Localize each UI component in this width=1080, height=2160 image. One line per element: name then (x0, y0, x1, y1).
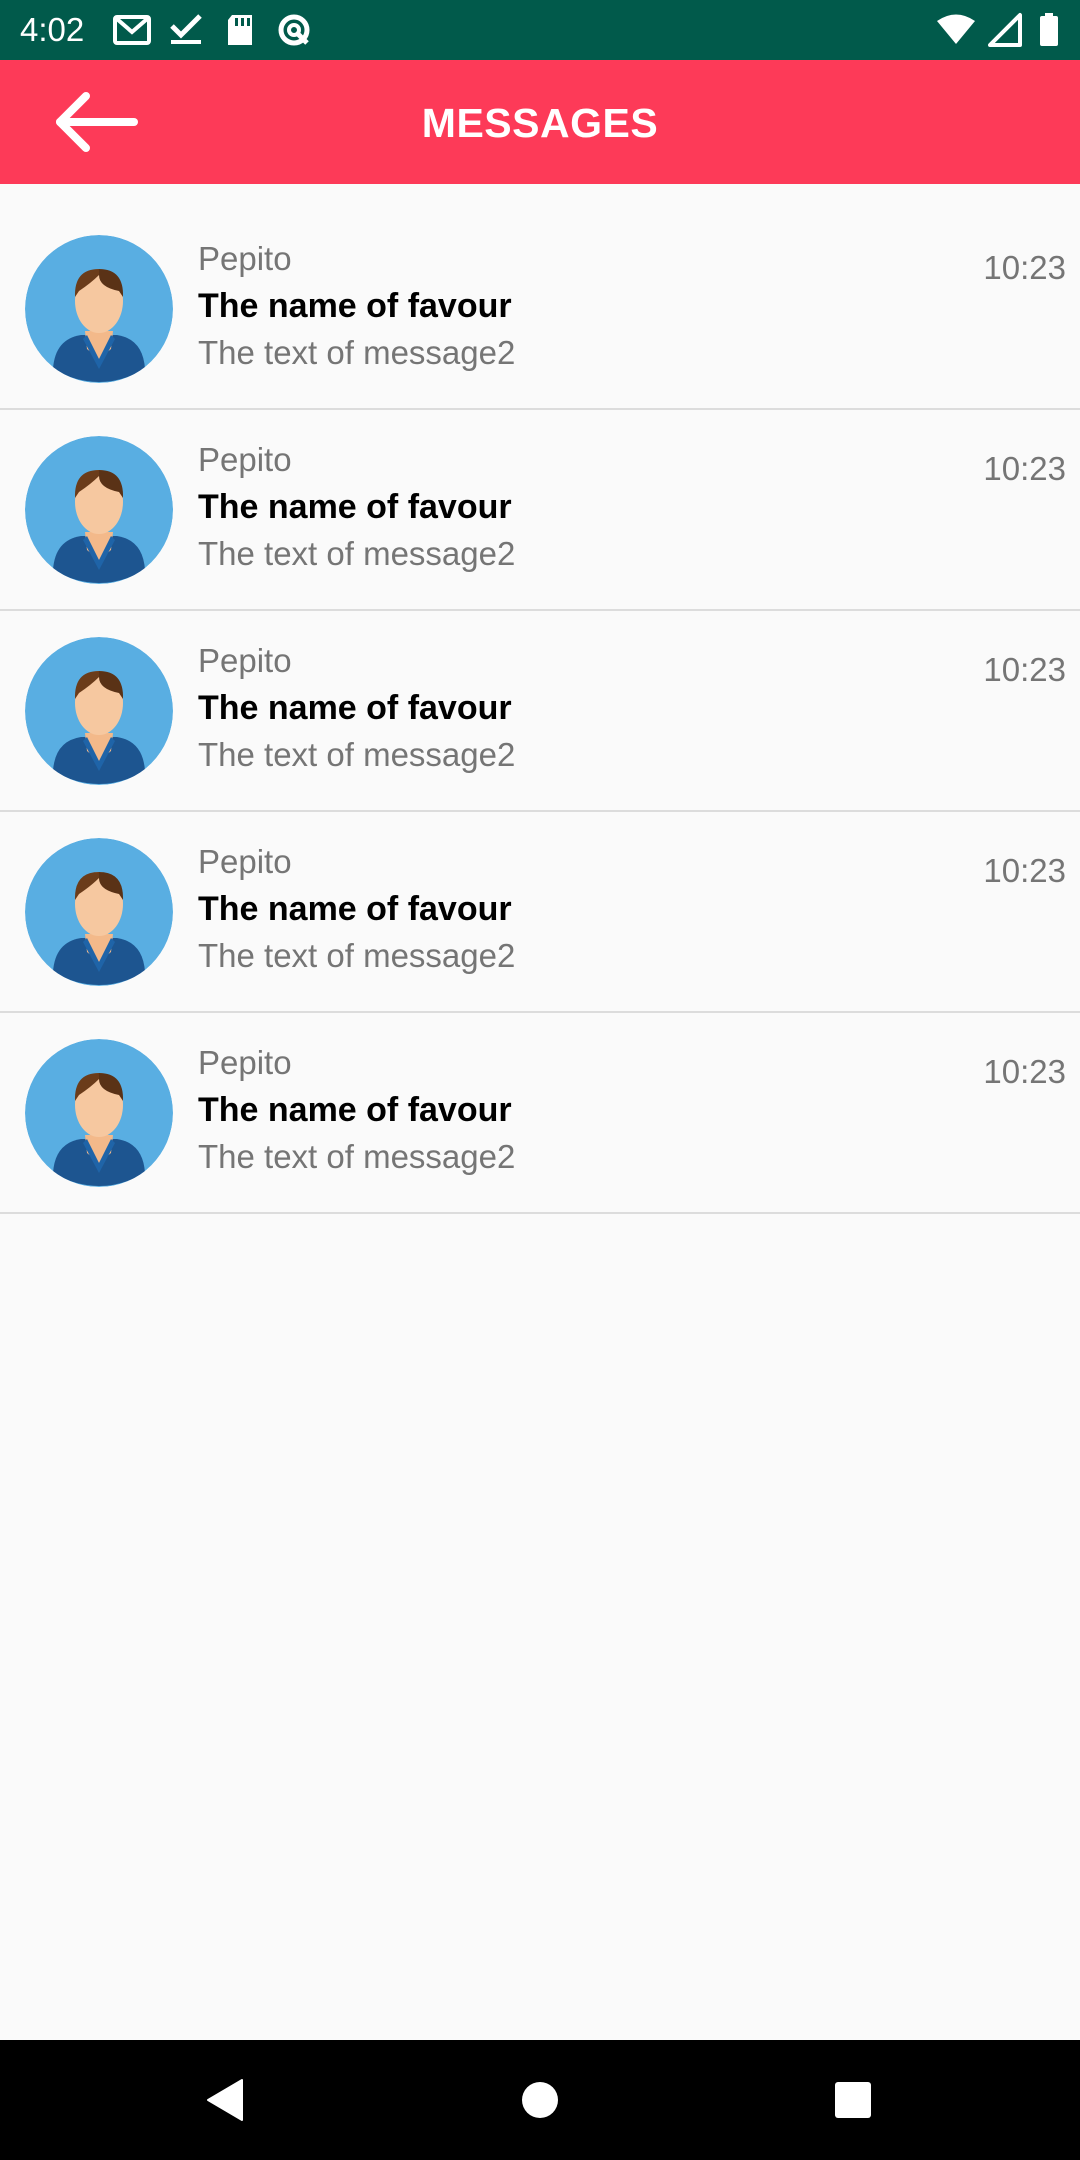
nav-back-button[interactable] (196, 2070, 256, 2130)
avatar-icon (25, 637, 173, 785)
page-title: MESSAGES (421, 100, 659, 146)
message-time: 10:23 (983, 450, 1066, 487)
nav-home-button[interactable] (510, 2070, 570, 2130)
navigation-bar (0, 2040, 1080, 2160)
message-subject: The name of favour (198, 488, 512, 526)
sd-card-icon (220, 12, 260, 48)
cell-signal-icon (986, 12, 1026, 48)
nav-back-icon (207, 2079, 243, 2121)
data-saver-icon (274, 12, 314, 48)
avatar-icon (25, 436, 173, 584)
message-sender: Pepito (198, 240, 292, 277)
message-subject: The name of favour (198, 689, 512, 727)
message-sender: Pepito (198, 441, 292, 478)
message-preview: The text of message2 (198, 736, 516, 773)
message-sender: Pepito (198, 843, 292, 880)
nav-home-icon (522, 2082, 558, 2118)
avatar-icon (25, 1039, 173, 1187)
nav-recents-icon (835, 2082, 871, 2118)
system-icons (936, 12, 1062, 48)
status-time: 4:02 (20, 11, 85, 48)
message-item[interactable]: Pepito The name of favour The text of me… (0, 184, 1080, 410)
message-list: Pepito The name of favour The text of me… (0, 184, 1080, 1214)
message-item[interactable]: Pepito The name of favour The text of me… (0, 410, 1080, 611)
avatar-icon (25, 235, 173, 383)
notification-icons (112, 12, 314, 48)
message-subject: The name of favour (198, 1091, 512, 1129)
message-time: 10:23 (983, 852, 1066, 889)
battery-icon (1036, 12, 1062, 48)
message-time: 10:23 (983, 651, 1066, 688)
message-item[interactable]: Pepito The name of favour The text of me… (0, 1013, 1080, 1214)
nav-recents-button[interactable] (823, 2070, 883, 2130)
message-item[interactable]: Pepito The name of favour The text of me… (0, 611, 1080, 812)
app-bar: MESSAGES (0, 60, 1080, 184)
message-item[interactable]: Pepito The name of favour The text of me… (0, 812, 1080, 1013)
messages-screen: 4:02 MESSAGES Pepito The name of favour … (0, 0, 1080, 2160)
message-preview: The text of message2 (198, 937, 516, 974)
message-time: 10:23 (983, 249, 1066, 286)
wifi-icon (936, 12, 976, 48)
message-time: 10:23 (983, 1053, 1066, 1090)
message-subject: The name of favour (198, 890, 512, 928)
status-bar: 4:02 (0, 0, 1080, 60)
task-done-icon (166, 12, 206, 48)
message-subject: The name of favour (198, 287, 512, 325)
message-preview: The text of message2 (198, 334, 516, 371)
message-preview: The text of message2 (198, 535, 516, 572)
gmail-icon (112, 12, 152, 48)
message-sender: Pepito (198, 1044, 292, 1081)
message-preview: The text of message2 (198, 1138, 516, 1175)
avatar-icon (25, 838, 173, 986)
message-sender: Pepito (198, 642, 292, 679)
